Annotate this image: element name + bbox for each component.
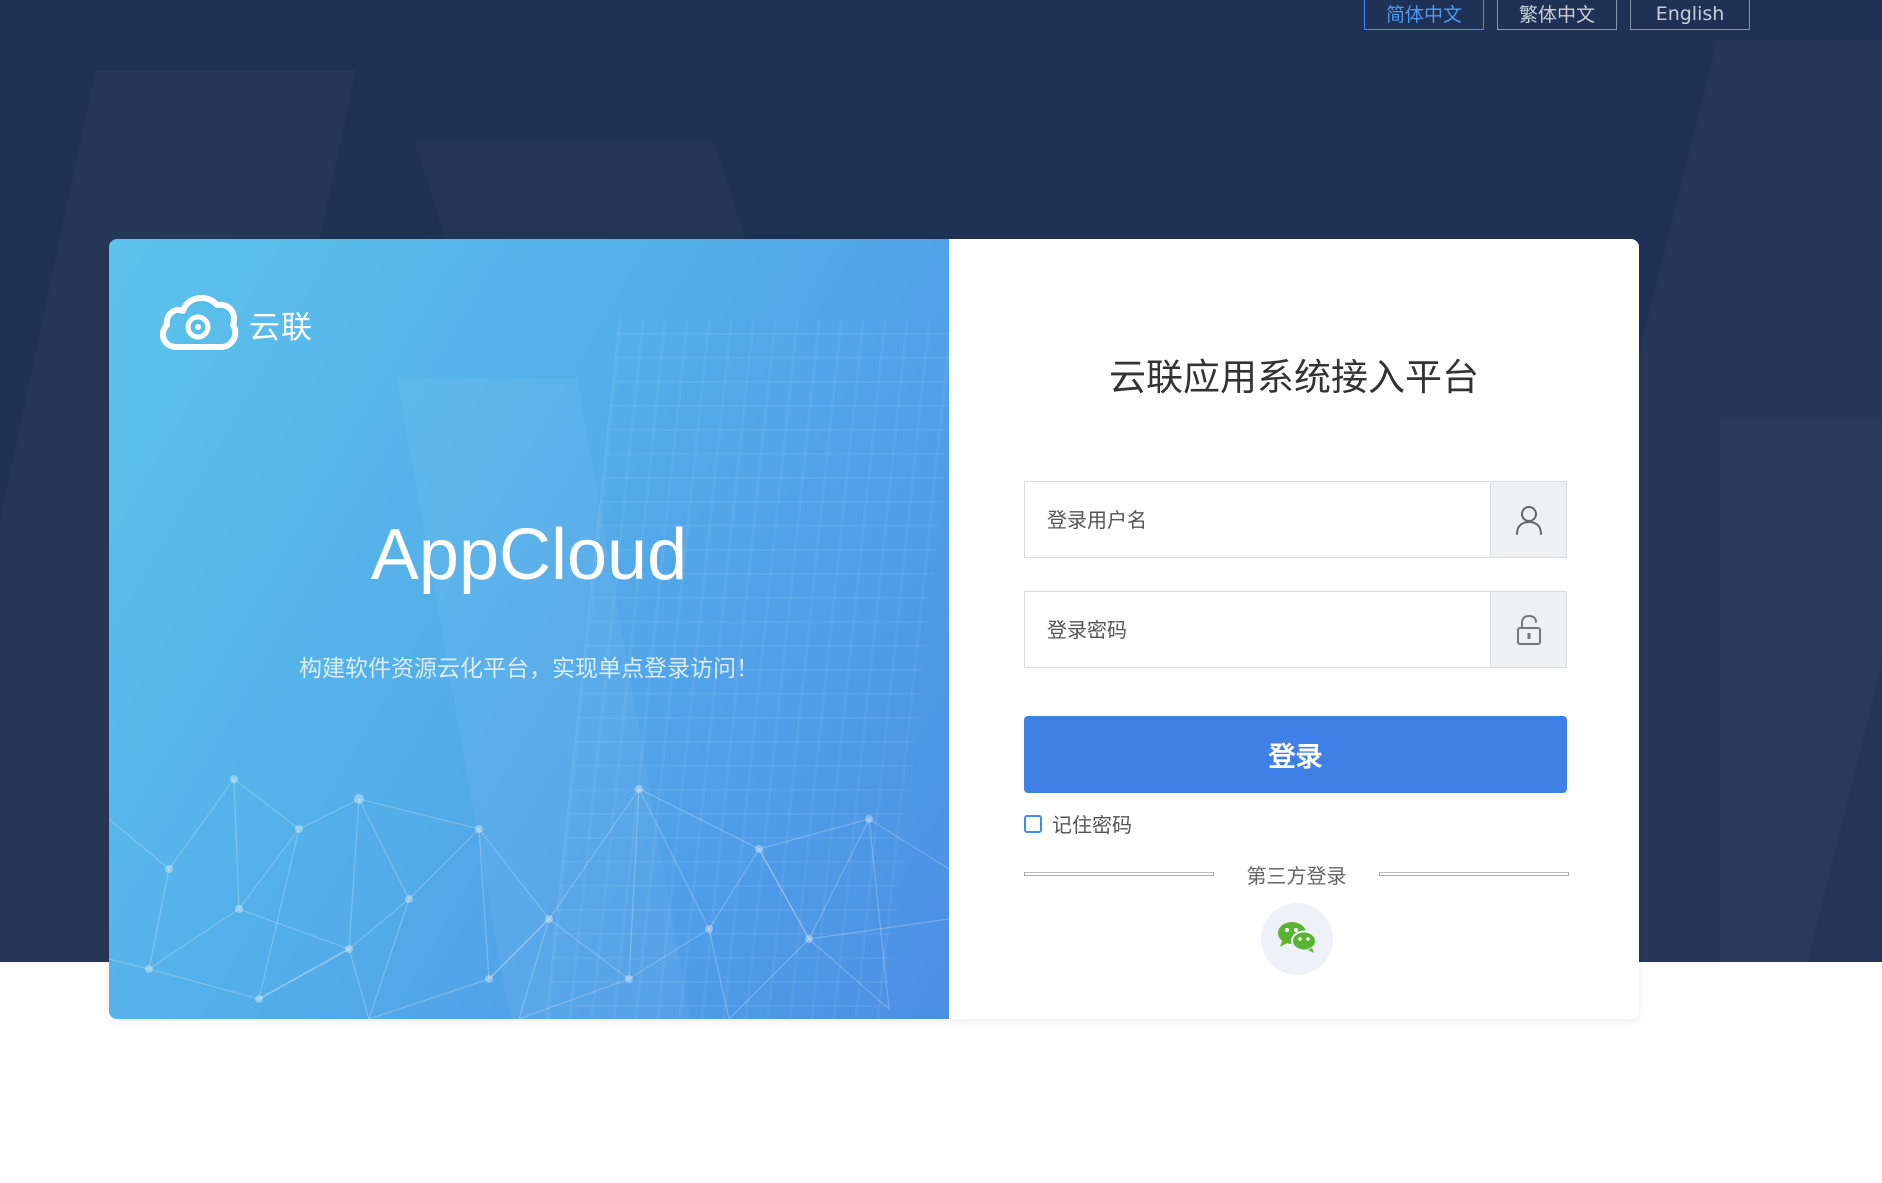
remember-password: 记住密码 — [1024, 809, 1132, 838]
language-switch: 简体中文 繁体中文 English — [1364, 0, 1750, 30]
divider-line-left — [1024, 872, 1214, 876]
background-building-right-lower — [1720, 420, 1882, 962]
language-option-english[interactable]: English — [1630, 0, 1750, 30]
third-party-divider: 第三方登录 — [1024, 859, 1569, 889]
login-card: 云联 AppCloud 构建软件资源云化平台，实现单点登录访问！ 云联应用系统接… — [109, 239, 1639, 1019]
login-title: 云联应用系统接入平台 — [1109, 356, 1479, 399]
network-pattern — [109, 775, 949, 1019]
hero-title: AppCloud — [370, 515, 688, 595]
lock-icon — [1490, 592, 1566, 667]
remember-password-checkbox[interactable] — [1024, 814, 1042, 833]
username-field — [1024, 481, 1567, 558]
remember-password-label[interactable]: 记住密码 — [1052, 809, 1132, 838]
brand-logo: 云联 — [155, 287, 313, 361]
language-option-traditional-chinese[interactable]: 繁体中文 — [1497, 0, 1617, 30]
hero-subtitle: 构建软件资源云化平台，实现单点登录访问！ — [299, 656, 759, 682]
login-button[interactable]: 登录 — [1024, 716, 1567, 793]
wechat-login-button[interactable] — [1261, 903, 1333, 975]
cloud-logo-icon — [155, 287, 241, 361]
divider-line-right — [1379, 872, 1569, 876]
hero-panel: 云联 AppCloud 构建软件资源云化平台，实现单点登录访问！ — [109, 239, 949, 1019]
login-form-panel: 云联应用系统接入平台 登录 记住密码 — [949, 239, 1639, 1019]
third-party-label: 第三方登录 — [1246, 863, 1347, 888]
user-icon — [1490, 482, 1566, 557]
password-field — [1024, 591, 1567, 668]
brand-name: 云联 — [249, 309, 313, 346]
username-input[interactable] — [1025, 482, 1490, 557]
language-option-simplified-chinese[interactable]: 简体中文 — [1364, 0, 1484, 30]
password-input[interactable] — [1025, 592, 1490, 667]
wechat-icon — [1276, 919, 1318, 959]
